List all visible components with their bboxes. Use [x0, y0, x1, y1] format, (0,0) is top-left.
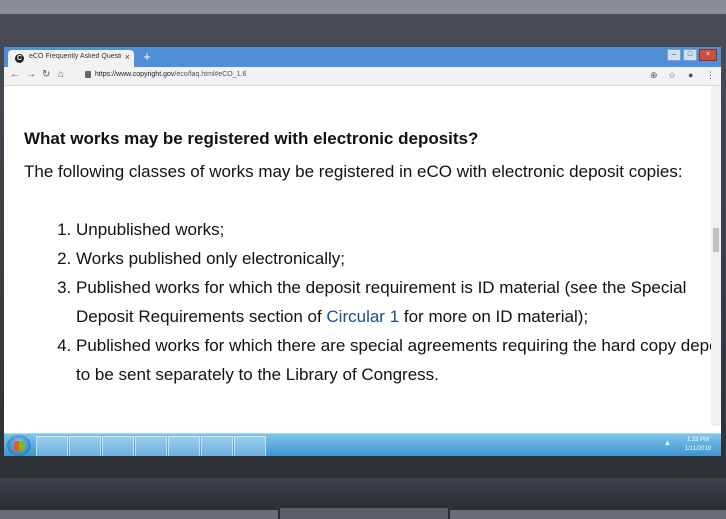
windows-taskbar: ▲ 1:23 PM 1/11/2019 [4, 433, 721, 456]
profile-icon[interactable]: ● [688, 70, 693, 80]
windows-logo-icon [14, 441, 24, 451]
clock-date: 1/11/2019 [684, 446, 712, 452]
window-controls: – □ × [667, 49, 717, 61]
tab-eco-faq[interactable]: C eCO Frequently Asked Questions × [8, 50, 134, 67]
list-item: Published works for which the deposit re… [76, 273, 721, 331]
copyright-favicon-icon: C [15, 54, 24, 63]
minimize-icon[interactable]: – [667, 49, 681, 61]
new-tab-button[interactable]: + [140, 50, 154, 64]
system-clock[interactable]: 1:23 PM 1/11/2019 [676, 436, 720, 454]
zoom-icon[interactable]: ⊕ [650, 70, 658, 81]
desk-right [450, 510, 726, 519]
taskbar-button[interactable] [201, 436, 233, 456]
taskbar-button[interactable] [36, 436, 68, 456]
back-arrow-icon[interactable]: ← [10, 69, 20, 80]
page-content: What works may be registered with electr… [4, 86, 721, 426]
monitor-stand [280, 508, 448, 519]
maximize-icon[interactable]: □ [683, 49, 697, 61]
clock-time: 1:23 PM [686, 437, 710, 443]
faq-heading: What works may be registered with electr… [24, 129, 479, 148]
screen: C eCO Frequently Asked Questions × + – □… [4, 47, 721, 456]
forward-arrow-icon[interactable]: → [26, 69, 36, 80]
url-host: https://www.copyright.gov [95, 71, 175, 78]
taskbar-button[interactable] [135, 436, 167, 456]
wall-strip [0, 0, 726, 14]
list-item: Works published only electronically; [76, 244, 721, 273]
tray-expand-icon[interactable]: ▲ [664, 440, 671, 447]
tab-bar: C eCO Frequently Asked Questions × + – □… [4, 47, 721, 67]
taskbar-button[interactable] [69, 436, 101, 456]
lock-icon [85, 71, 91, 78]
tab-close-icon[interactable]: × [125, 52, 130, 62]
start-button[interactable] [7, 435, 31, 456]
intro-paragraph: The following classes of works may be re… [24, 162, 683, 181]
taskbar-button[interactable] [234, 436, 266, 456]
list-item-text: for more on ID material); [399, 307, 589, 326]
vertical-scrollbar[interactable] [711, 86, 721, 426]
address-bar[interactable]: https://www.copyright.gov/eco/faq.html#e… [95, 71, 246, 78]
desk-left [0, 510, 278, 519]
tab-title: eCO Frequently Asked Questions [29, 53, 121, 60]
circular-1-link[interactable]: Circular 1 [326, 307, 399, 326]
bookmark-star-icon[interactable]: ☆ [668, 70, 676, 81]
scrollbar-thumb[interactable] [713, 228, 719, 252]
taskbar-button[interactable] [102, 436, 134, 456]
menu-kebab-icon[interactable]: ⋮ [706, 70, 715, 81]
home-icon[interactable]: ⌂ [58, 69, 64, 80]
list-item: Unpublished works; [76, 215, 721, 244]
list-item: Published works for which there are spec… [76, 331, 721, 389]
browser-toolbar: ← → ↻ ⌂ https://www.copyright.gov/eco/fa… [4, 67, 721, 86]
url-path: /eco/faq.html#eCO_1.6 [174, 71, 247, 78]
works-list: Unpublished works; Works published only … [24, 215, 721, 389]
close-window-icon[interactable]: × [699, 49, 717, 61]
reload-icon[interactable]: ↻ [42, 69, 50, 80]
taskbar-button[interactable] [168, 436, 200, 456]
